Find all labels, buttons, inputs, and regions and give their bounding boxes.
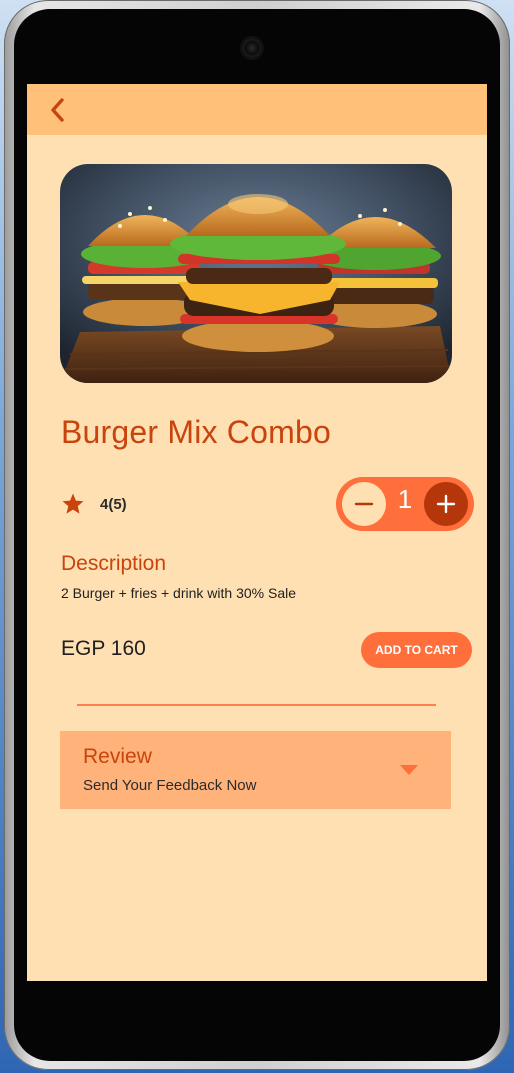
minus-icon: [354, 502, 374, 506]
rating-value: 4(5): [100, 495, 127, 513]
product-price: EGP 160: [61, 637, 146, 660]
front-camera: [242, 38, 262, 58]
product-image: [60, 164, 452, 383]
app-screen: Burger Mix Combo 4(5) 1 Description 2 Bu…: [27, 84, 487, 981]
chevron-left-icon: [51, 98, 64, 122]
divider: [77, 704, 436, 706]
quantity-value: 1: [397, 484, 413, 514]
review-subtitle: Send Your Feedback Now: [83, 777, 257, 794]
caret-down-icon: [400, 765, 418, 775]
description-heading: Description: [61, 552, 167, 575]
increase-quantity-button[interactable]: [424, 482, 468, 526]
star-icon: [62, 493, 84, 514]
quantity-stepper: 1: [336, 477, 474, 531]
back-button[interactable]: [47, 92, 71, 126]
product-title: Burger Mix Combo: [61, 414, 331, 450]
plus-icon: [436, 494, 456, 514]
add-to-cart-button[interactable]: ADD TO CART: [361, 632, 472, 668]
decrease-quantity-button[interactable]: [342, 482, 386, 526]
description-text: 2 Burger + fries + drink with 30% Sale: [61, 585, 297, 601]
app-bar: [27, 84, 487, 135]
rating: 4(5): [61, 489, 127, 519]
review-expander[interactable]: Review Send Your Feedback Now: [60, 731, 451, 809]
review-heading: Review: [83, 745, 152, 768]
